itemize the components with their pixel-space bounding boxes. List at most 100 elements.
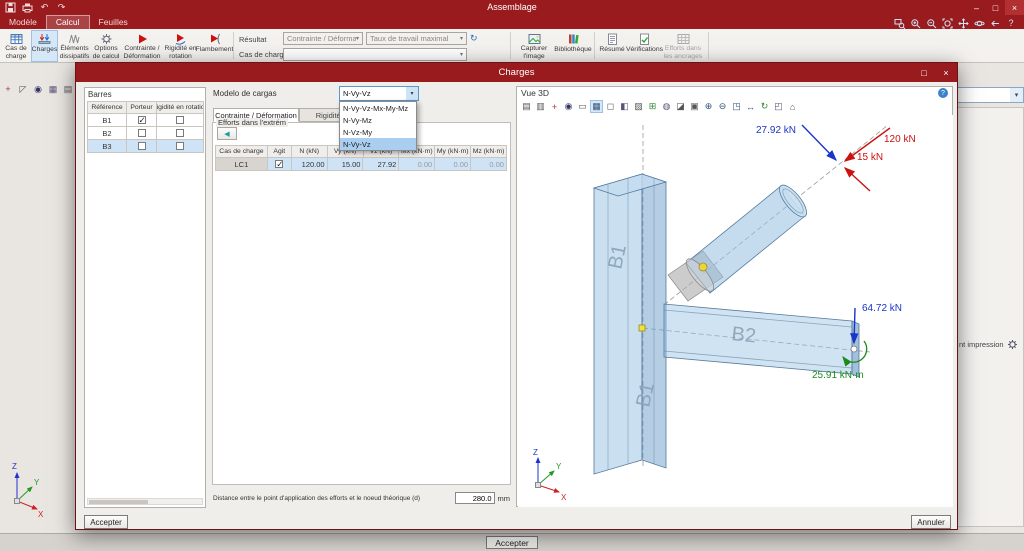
maximize-button[interactable]: □	[986, 0, 1005, 15]
print-icon[interactable]	[20, 1, 35, 14]
bolt-node[interactable]	[698, 262, 708, 272]
rigidite-checkbox[interactable]	[176, 129, 184, 137]
sphere-view-icon[interactable]: ◍	[660, 100, 673, 113]
rigidite-checkbox[interactable]	[176, 116, 184, 124]
theoretical-node[interactable]	[638, 324, 646, 332]
tab-feuilles[interactable]: Feuilles	[90, 16, 137, 29]
ribbon-resume-button[interactable]: Résumé	[597, 30, 627, 62]
orbit-icon[interactable]	[972, 17, 986, 29]
column-header[interactable]: Porteur	[127, 102, 157, 114]
rigidite-checkbox[interactable]	[176, 142, 184, 150]
tab-calcul[interactable]: Calcul	[45, 15, 90, 29]
ribbon-rigidite-rotation-button[interactable]: Rigidité en rotation	[163, 30, 198, 62]
tab-modele[interactable]: Modèle	[0, 16, 46, 29]
front-view-icon[interactable]: ◰	[772, 100, 785, 113]
shear-vz-value[interactable]: 27.92	[363, 158, 400, 171]
column-header[interactable]: Cas de charge	[216, 146, 268, 158]
column-header[interactable]: Référence	[88, 102, 127, 114]
back-button[interactable]: ◀	[217, 127, 237, 140]
gear-icon[interactable]	[1007, 339, 1018, 350]
ribbon-loadcase-dropdown[interactable]: ▾	[283, 48, 467, 61]
eye-icon[interactable]: ◉	[562, 100, 575, 113]
orbit-icon[interactable]: ↻	[758, 100, 771, 113]
column-header[interactable]: Rigidité en rotation	[157, 102, 204, 114]
zoom-window-icon[interactable]	[892, 17, 906, 29]
ribbon-verifications-button[interactable]: Vérifications	[626, 30, 663, 62]
barres-row-b3[interactable]: B3	[88, 140, 204, 153]
zoom-extents-icon[interactable]	[940, 17, 954, 29]
zoom-in-icon[interactable]	[908, 17, 922, 29]
save-icon[interactable]	[3, 1, 18, 14]
footer-accept-button[interactable]: Accepter	[486, 536, 538, 549]
ribbon-cas-de-charge-button[interactable]: Cas de charge	[2, 30, 30, 62]
dialog-cancel-button[interactable]: Annuler	[911, 515, 951, 529]
zoom-out-icon[interactable]: ⊖	[716, 100, 729, 113]
ribbon-capturer-image-button[interactable]: Capturer l'image	[514, 30, 554, 62]
solid-view-icon[interactable]: ▦	[590, 100, 603, 113]
beam-member[interactable]	[663, 303, 860, 378]
distance-input[interactable]	[454, 492, 495, 504]
zoom-in-icon[interactable]: ⊕	[702, 100, 715, 113]
zoom-out-icon[interactable]	[924, 17, 938, 29]
section-icon[interactable]: ◪	[674, 100, 687, 113]
axes-icon[interactable]: +	[2, 83, 14, 95]
barres-row-b1[interactable]: B1	[88, 114, 204, 127]
transparent-view-icon[interactable]: ▨	[632, 100, 645, 113]
shaded-view-icon[interactable]: ◧	[618, 100, 631, 113]
undo-icon[interactable]: ↶	[37, 1, 52, 14]
porteur-checkbox[interactable]	[137, 129, 146, 137]
result-criteria-dropdown[interactable]: Taux de travail maximal ▾	[366, 32, 467, 45]
pan-icon[interactable]: ↔	[744, 100, 757, 113]
background-combobox[interactable]: ▾	[957, 87, 1024, 103]
scrollbar-thumb[interactable]	[89, 500, 149, 504]
pan-icon[interactable]	[956, 17, 970, 29]
diagonal-member[interactable]	[682, 181, 811, 295]
agit-checkbox[interactable]	[275, 159, 283, 170]
box-icon[interactable]: ▦	[47, 83, 59, 95]
loads-row-lc1[interactable]: LC1 120.00 15.00 27.92 0.00 0.00 0.00	[216, 158, 507, 171]
column-header[interactable]: N (kN)	[291, 146, 328, 158]
horizontal-scrollbar[interactable]	[87, 498, 203, 505]
load-model-dropdown[interactable]: N-Vy-Vz ▾	[339, 86, 419, 101]
previous-view-icon[interactable]	[988, 17, 1002, 29]
column-header[interactable]: Mz (kN·m)	[471, 146, 507, 158]
export-icon[interactable]: ▥	[534, 100, 547, 113]
help-icon[interactable]: ?	[938, 88, 948, 98]
column-header[interactable]: Agit	[267, 146, 292, 158]
wireframe-view-icon[interactable]: ◻	[604, 100, 617, 113]
print-icon[interactable]: ▤	[62, 83, 74, 95]
option-n-vy-mz[interactable]: N-Vy-Mz	[340, 114, 416, 126]
porteur-checkbox[interactable]	[137, 115, 146, 126]
dialog-accept-button[interactable]: Accepter	[84, 515, 128, 529]
3d-viewport[interactable]: 27.92 kN 120 kN 15 kN 64.72 kN 25.91 kN·…	[518, 115, 953, 507]
ribbon-charges-button[interactable]: Charges	[31, 30, 58, 62]
measure-icon[interactable]: ▭	[576, 100, 589, 113]
home-view-icon[interactable]: ⌂	[786, 100, 799, 113]
ribbon-efforts-ancrages-button[interactable]: Efforts dans les ancrages	[662, 30, 704, 62]
shear-vy-value[interactable]: 15.00	[327, 158, 364, 171]
moment-my-value[interactable]: 0.00	[435, 158, 472, 171]
dialog-close-button[interactable]: ×	[935, 63, 957, 82]
grid-icon[interactable]: ⊞	[646, 100, 659, 113]
ribbon-flambement-button[interactable]: Flambement	[196, 30, 233, 62]
minimize-button[interactable]: –	[967, 0, 986, 15]
select-icon[interactable]: ◸	[17, 83, 29, 95]
moment-mx-value[interactable]: 0.00	[399, 158, 436, 171]
help-icon[interactable]: ?	[1004, 17, 1018, 29]
refresh-icon[interactable]: ↻	[470, 33, 478, 44]
option-n-vz-my[interactable]: N-Vz-My	[340, 126, 416, 138]
axes-icon[interactable]: +	[548, 100, 561, 113]
column-member[interactable]	[592, 173, 668, 475]
option-n-vy-vz-mx-my-mz[interactable]: N-Vy-Vz-Mx-My-Mz	[340, 102, 416, 114]
ribbon-bibliotheque-button[interactable]: Bibliothèque	[554, 30, 592, 62]
barres-row-b2[interactable]: B2	[88, 127, 204, 140]
ribbon-options-calcul-button[interactable]: Options de calcul	[91, 30, 121, 62]
result-type-dropdown[interactable]: Contrainte / Déformation ▾	[283, 32, 363, 45]
moment-mz-value[interactable]: 0.00	[471, 158, 507, 171]
ribbon-elements-dissipatifs-button[interactable]: Éléments dissipatifs	[59, 30, 90, 62]
column-header[interactable]: My (kN·m)	[435, 146, 472, 158]
ribbon-contrainte-deformation-button[interactable]: Contrainte / Déformation	[122, 30, 162, 62]
background-print-settings[interactable]: nt impression	[959, 339, 1021, 350]
porteur-checkbox[interactable]	[137, 142, 146, 150]
option-n-vy-vz[interactable]: N-Vy-Vz	[340, 138, 416, 150]
